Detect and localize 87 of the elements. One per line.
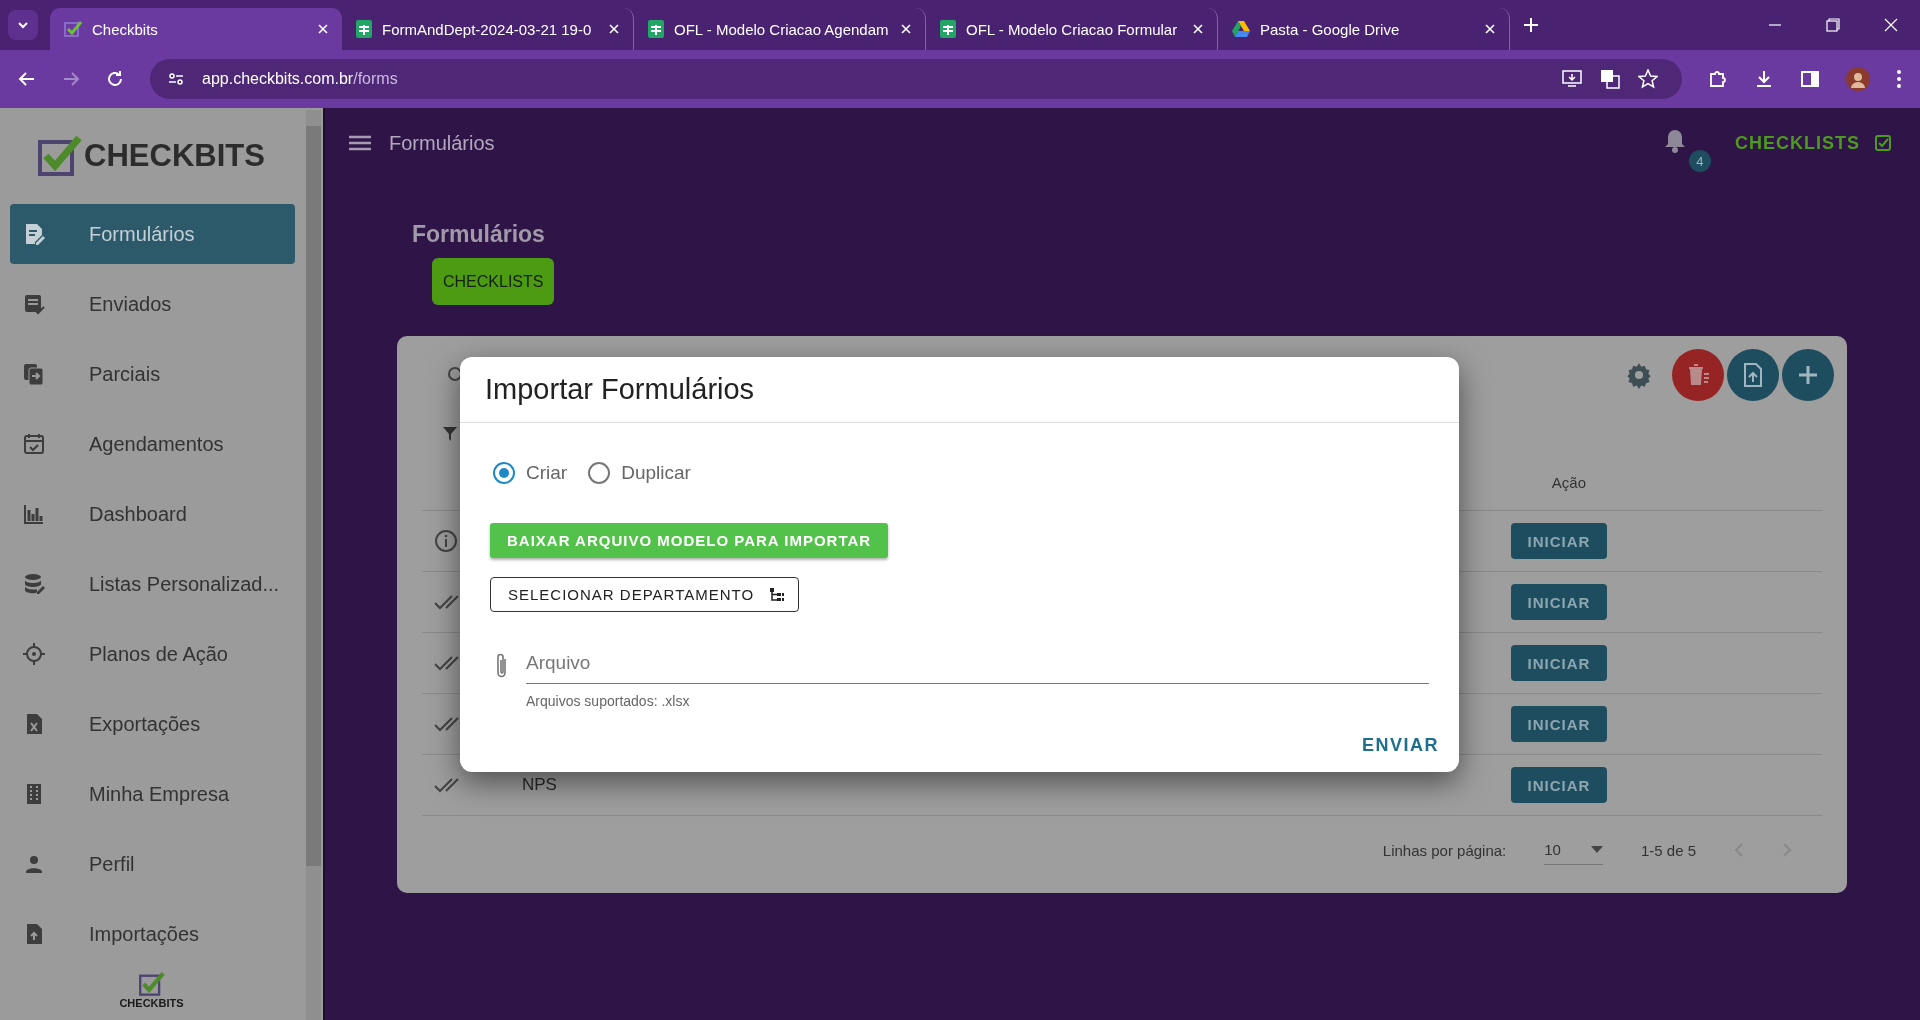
table-cell: NPS <box>522 775 557 795</box>
sidebar-item[interactable]: Planos de Ação <box>10 624 295 684</box>
reload-icon[interactable] <box>106 70 124 88</box>
more-icon[interactable] <box>1896 69 1902 89</box>
restore-icon[interactable] <box>1826 18 1840 32</box>
rows-per-page-label: Linhas por página: <box>1382 841 1507 859</box>
checklists-button[interactable]: CHECKLISTS <box>432 258 555 305</box>
double-check-icon <box>434 777 462 793</box>
sidebar-item[interactable]: Importações <box>10 904 295 964</box>
info-icon <box>434 529 458 553</box>
spreadsheet-icon <box>648 20 664 38</box>
select-department-button[interactable]: SELECIONAR DEPARTAMENTO <box>490 577 800 612</box>
sidebar-item[interactable]: Listas Personalizad... <box>10 554 295 614</box>
database-icon <box>22 572 46 596</box>
spreadsheet-icon <box>940 20 956 38</box>
sidebar-item[interactable]: Formulários <box>10 204 295 264</box>
caret-icon <box>1590 845 1603 854</box>
start-button[interactable]: INICIAR <box>1511 645 1607 681</box>
start-button[interactable]: INICIAR <box>1511 584 1607 620</box>
close-icon[interactable] <box>318 24 328 34</box>
star-icon[interactable] <box>1638 69 1658 89</box>
add-button[interactable] <box>1782 349 1834 401</box>
radio-option[interactable]: Criar <box>492 461 568 485</box>
sidebar-item[interactable]: Perfil <box>10 834 295 894</box>
browser-tab[interactable]: Checkbits <box>50 8 342 50</box>
sent-icon <box>22 292 46 316</box>
new-tab-icon[interactable] <box>1524 18 1538 32</box>
scrollbar[interactable] <box>306 110 321 1020</box>
delete-button[interactable] <box>1672 349 1724 401</box>
logo-icon <box>138 971 165 997</box>
sidebar-item[interactable]: Dashboard <box>10 484 295 544</box>
start-button[interactable]: INICIAR <box>1511 523 1607 559</box>
rows-per-page-select[interactable]: 10 <box>1544 835 1603 865</box>
install-icon[interactable] <box>1562 70 1582 88</box>
plus-icon <box>1797 364 1819 386</box>
file-hint: Arquivos suportados: .xlsx <box>526 693 691 709</box>
radio-option[interactable]: Duplicar <box>587 461 691 485</box>
avatar-icon[interactable] <box>1846 67 1870 91</box>
start-button[interactable]: INICIAR <box>1511 706 1607 742</box>
close-icon[interactable] <box>1193 24 1203 34</box>
close-icon[interactable] <box>901 24 911 34</box>
sidebar-item[interactable]: Parciais <box>10 344 295 404</box>
hierarchy-icon <box>770 587 785 602</box>
tab-search-icon[interactable] <box>8 10 38 40</box>
triangle-icon <box>1232 21 1250 37</box>
site-settings-icon[interactable] <box>168 71 184 87</box>
file-upload-icon <box>1741 362 1765 388</box>
dialog-title: Importar Formulários <box>460 357 1459 423</box>
checkmark-icon <box>64 20 82 38</box>
address-bar[interactable]: app.checkbits.com.br/forms <box>150 59 1682 99</box>
checkbox-icon <box>1874 134 1892 152</box>
bell-icon[interactable] <box>1663 128 1687 154</box>
logo-text: CHECKBITS <box>119 997 184 1009</box>
chart-icon <box>22 502 46 526</box>
checklists-link[interactable]: CHECKLISTS <box>1735 132 1892 154</box>
settings-icon[interactable] <box>1625 361 1653 389</box>
menu-icon[interactable] <box>349 135 371 151</box>
close-icon[interactable] <box>609 24 619 34</box>
page-range: 1-5 de 5 <box>1640 841 1696 859</box>
partial-icon <box>22 362 46 386</box>
filter-icon[interactable] <box>443 427 457 441</box>
double-check-icon <box>434 594 462 610</box>
logo-icon <box>38 136 83 176</box>
double-check-icon <box>434 716 462 732</box>
target-icon <box>22 642 46 666</box>
forward-icon[interactable] <box>62 70 80 88</box>
side-panel-icon[interactable] <box>1800 69 1820 89</box>
sidebar-item[interactable]: Exportações <box>10 694 295 754</box>
close-icon[interactable] <box>1884 18 1898 32</box>
send-button[interactable]: ENVIAR <box>1360 727 1441 764</box>
notification-badge: 4 <box>1689 150 1711 172</box>
sidebar-item[interactable]: Enviados <box>10 274 295 334</box>
back-icon[interactable] <box>18 70 36 88</box>
sidebar-item[interactable]: Minha Empresa <box>10 764 295 824</box>
double-check-icon <box>434 655 462 671</box>
calendar-icon <box>22 432 46 456</box>
start-button[interactable]: INICIAR <box>1511 767 1607 803</box>
import-button[interactable] <box>1727 349 1779 401</box>
logo-text: CHECKBITS <box>84 138 265 174</box>
spreadsheet-icon <box>356 20 372 38</box>
page-title: Formulários <box>412 221 546 248</box>
close-icon[interactable] <box>1485 24 1495 34</box>
download-icon[interactable] <box>1754 69 1774 89</box>
header-title: Formulários <box>389 131 495 155</box>
column-header: Ação <box>1551 473 1586 491</box>
sidebar-item[interactable]: Agendamentos <box>10 414 295 474</box>
puzzle-icon[interactable] <box>1708 69 1728 89</box>
